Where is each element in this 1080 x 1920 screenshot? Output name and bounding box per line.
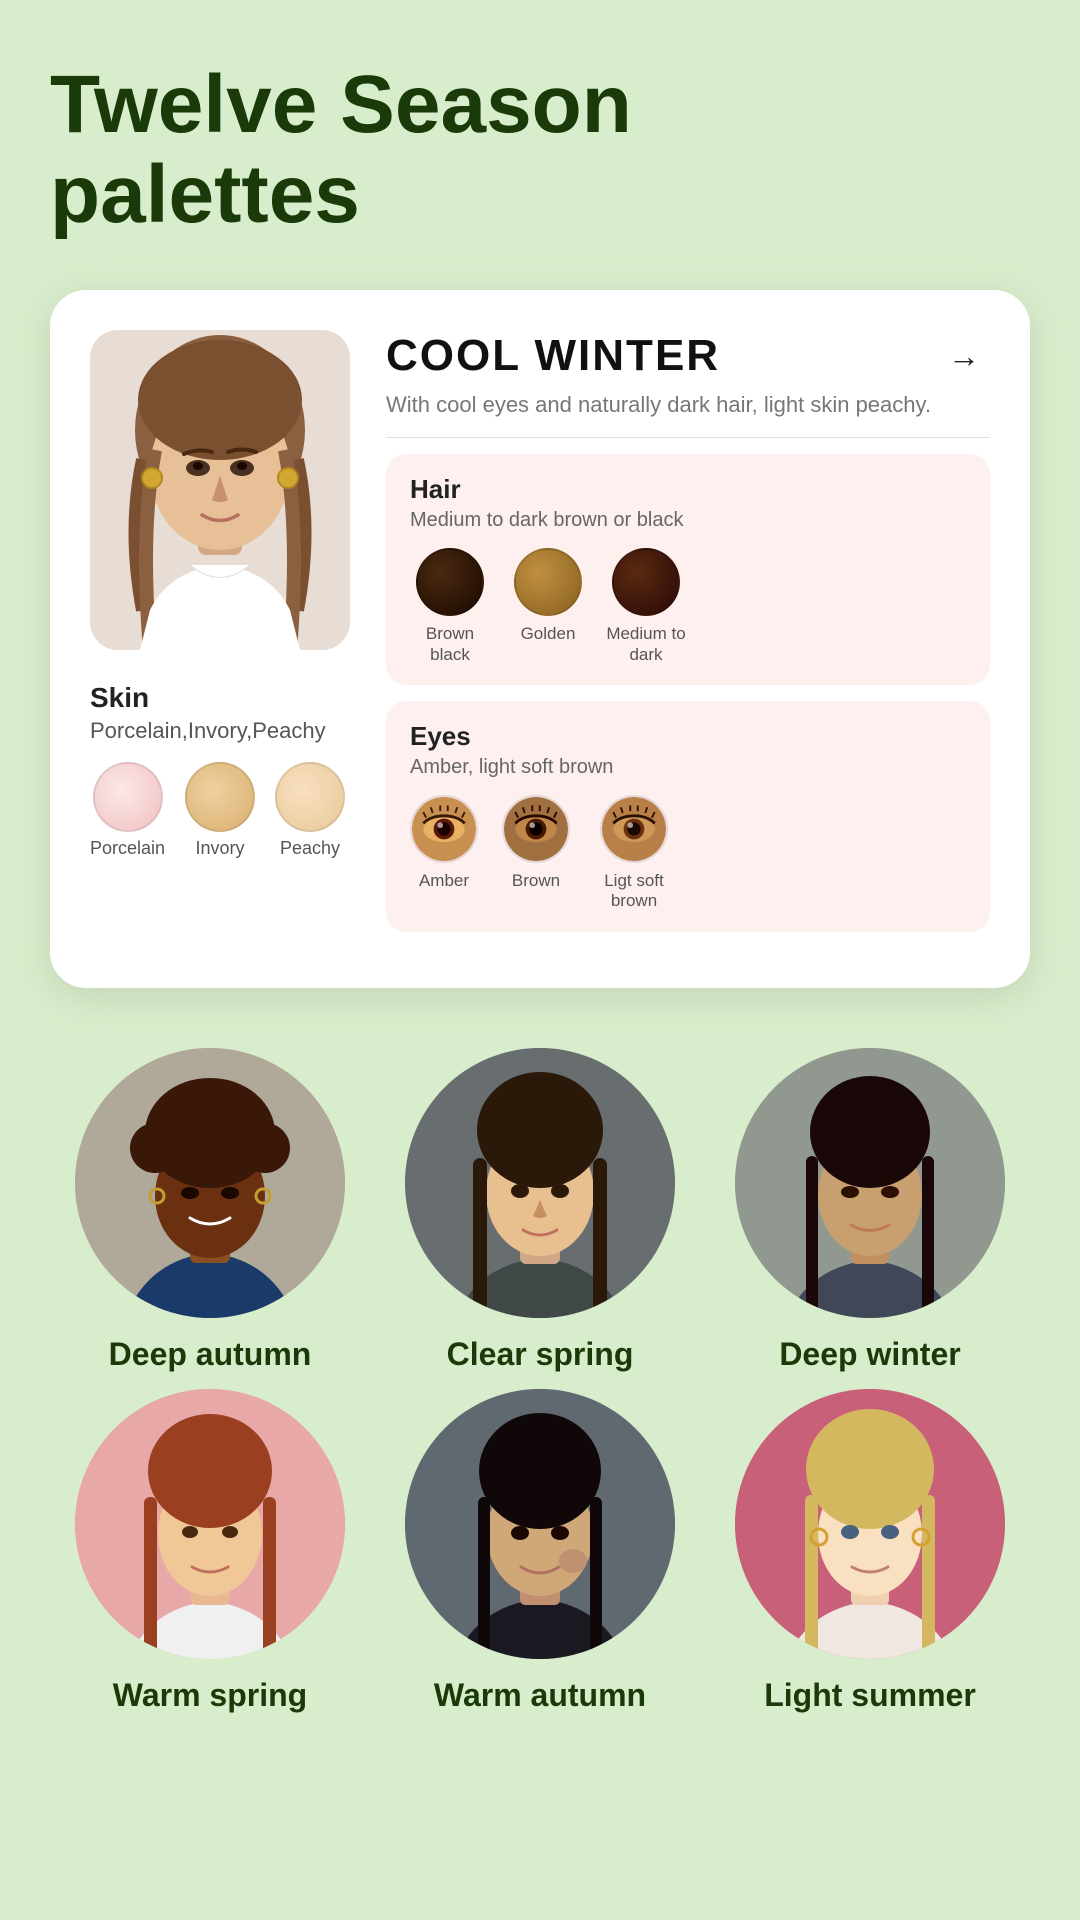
hair-name-golden: Golden	[521, 624, 576, 644]
portrait-name-deep-autumn: Deep autumn	[109, 1336, 312, 1373]
portrait-warm-autumn[interactable]: Warm autumn	[390, 1389, 690, 1714]
circle-clear-spring	[405, 1048, 675, 1318]
swatch-circle-porcelain	[93, 762, 163, 832]
eyes-label: Eyes	[410, 721, 966, 752]
eye-name-brown: Brown	[512, 871, 560, 891]
circle-warm-autumn	[405, 1389, 675, 1659]
hair-sublabel: Medium to dark brown or black	[410, 509, 966, 532]
portrait-name-warm-spring: Warm spring	[113, 1677, 307, 1714]
circle-deep-winter	[735, 1048, 1005, 1318]
eye-swatch-amber: Amber	[410, 795, 478, 912]
eye-circle-brown	[502, 795, 570, 863]
eye-name-amber: Amber	[419, 871, 469, 891]
eye-name-lightsoftbrown: Ligt soft brown	[594, 871, 674, 912]
eye-swatch-brown: Brown	[502, 795, 570, 912]
season-desc: With cool eyes and naturally dark hair, …	[386, 390, 990, 421]
arrow-button[interactable]: →	[938, 330, 990, 382]
season-title: COOL WINTER	[386, 331, 720, 381]
portrait-deep-winter[interactable]: Deep winter	[720, 1048, 1020, 1373]
portrait-warm-spring[interactable]: Warm spring	[60, 1389, 360, 1714]
swatch-name-peachy: Peachy	[280, 838, 340, 859]
skin-subtitle: Porcelain,Invory,Peachy	[90, 718, 345, 744]
swatch-peachy: Peachy	[275, 762, 345, 859]
circle-light-summer	[735, 1389, 1005, 1659]
hair-swatch-golden: Golden	[514, 548, 582, 665]
swatch-name-porcelain: Porcelain	[90, 838, 165, 859]
eye-circle-amber	[410, 795, 478, 863]
eyes-swatches: Amber	[410, 795, 966, 912]
hair-swatches: Brown black Golden Medium to dark	[410, 548, 966, 665]
hair-box: Hair Medium to dark brown or black Brown…	[386, 454, 990, 685]
divider	[386, 437, 990, 438]
hair-name-mediumdark: Medium to dark	[606, 624, 686, 665]
skin-label: Skin	[90, 682, 345, 714]
circle-warm-spring	[75, 1389, 345, 1659]
portrait-container	[90, 330, 350, 650]
season-card: Skin Porcelain,Invory,Peachy Porcelain I…	[50, 290, 1030, 987]
page-title: Twelve Season palettes	[50, 60, 1030, 240]
eyes-sublabel: Amber, light soft brown	[410, 756, 966, 779]
hair-label: Hair	[410, 474, 966, 505]
portraits-row-1: Deep autumn	[50, 1048, 1030, 1373]
card-right: COOL WINTER → With cool eyes and natural…	[386, 330, 990, 947]
portrait-name-deep-winter: Deep winter	[779, 1336, 960, 1373]
swatch-circle-invory	[185, 762, 255, 832]
portraits-row-2: Warm spring	[50, 1389, 1030, 1714]
skin-section: Skin Porcelain,Invory,Peachy Porcelain I…	[90, 682, 345, 867]
eye-circle-lightsoftbrown	[600, 795, 668, 863]
card-left: Skin Porcelain,Invory,Peachy Porcelain I…	[90, 330, 350, 947]
portrait-name-clear-spring: Clear spring	[447, 1336, 634, 1373]
hair-circle-brownblack	[416, 548, 484, 616]
portrait-name-warm-autumn: Warm autumn	[434, 1677, 646, 1714]
swatch-porcelain: Porcelain	[90, 762, 165, 859]
eyes-box: Eyes Amber, light soft brown	[386, 701, 990, 932]
hair-circle-mediumdark	[612, 548, 680, 616]
hair-swatch-brownblack: Brown black	[410, 548, 490, 665]
season-header: COOL WINTER →	[386, 330, 990, 382]
hair-circle-golden	[514, 548, 582, 616]
swatch-name-invory: Invory	[196, 838, 245, 859]
skin-swatches: Porcelain Invory Peachy	[90, 762, 345, 859]
swatch-circle-peachy	[275, 762, 345, 832]
portrait-light-summer[interactable]: Light summer	[720, 1389, 1020, 1714]
circle-deep-autumn	[75, 1048, 345, 1318]
portrait-clear-spring[interactable]: Clear spring	[390, 1048, 690, 1373]
portrait-deep-autumn[interactable]: Deep autumn	[60, 1048, 360, 1373]
page-wrapper: Twelve Season palettes	[0, 0, 1080, 1790]
eye-swatch-lightsoftbrown: Ligt soft brown	[594, 795, 674, 912]
hair-name-brownblack: Brown black	[410, 624, 490, 665]
hair-swatch-mediumdark: Medium to dark	[606, 548, 686, 665]
portrait-name-light-summer: Light summer	[764, 1677, 976, 1714]
swatch-invory: Invory	[185, 762, 255, 859]
